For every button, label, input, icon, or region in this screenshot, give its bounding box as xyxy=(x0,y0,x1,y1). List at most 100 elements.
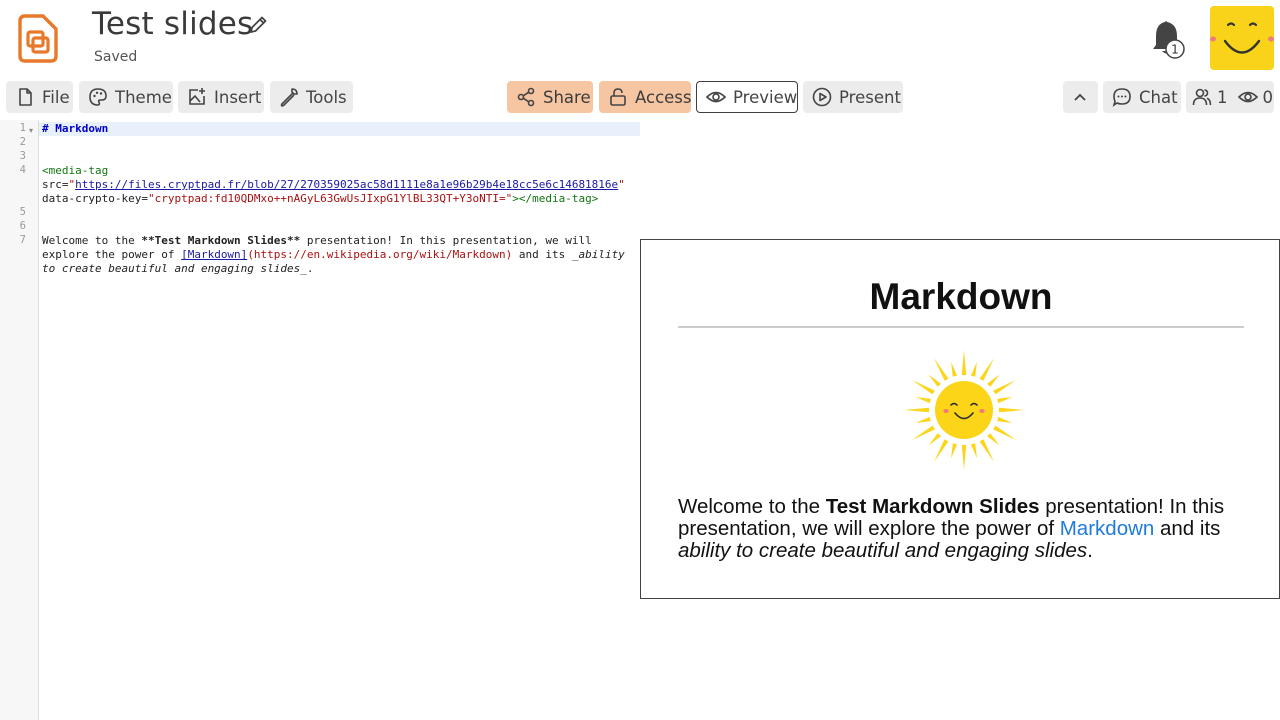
sun-ray xyxy=(993,425,1016,440)
pencil-icon[interactable] xyxy=(247,14,269,36)
chevron-up-icon xyxy=(1074,93,1086,101)
sun-ray xyxy=(904,407,929,413)
unlock-icon xyxy=(610,88,626,106)
collapse-toolbar-button[interactable] xyxy=(1063,81,1098,113)
tools-label: Tools xyxy=(306,87,347,107)
users-icon xyxy=(1192,88,1212,106)
save-status: Saved xyxy=(94,49,138,65)
slide-paragraph: Welcome to the Test Markdown Slides pres… xyxy=(678,496,1248,562)
viewers-count: 0 xyxy=(1262,87,1274,107)
slide-text-segment: . xyxy=(1087,539,1093,562)
insert-button[interactable]: Insert xyxy=(178,81,264,113)
palette-icon xyxy=(89,88,107,106)
smiley-avatar-icon xyxy=(1210,22,1274,54)
code-heading: # Markdown xyxy=(42,122,109,135)
sun-ray xyxy=(979,439,994,462)
slide-markdown-link[interactable]: Markdown xyxy=(1060,517,1155,540)
code-line-7c[interactable]: to create beautiful and engaging slides_… xyxy=(42,262,314,276)
slide-heading: Markdown xyxy=(869,276,1053,317)
active-line-highlight xyxy=(39,122,640,136)
theme-button[interactable]: Theme xyxy=(79,81,173,113)
code-tag-close: ></media-tag> xyxy=(512,192,599,205)
code-tag-open: <media-tag xyxy=(42,164,109,177)
line-number: 7 xyxy=(19,234,26,246)
sun-ray xyxy=(915,397,931,404)
sun-ray xyxy=(951,361,958,377)
smiling-sun-image xyxy=(904,350,1024,470)
sun-ray xyxy=(951,443,958,459)
sun-ray xyxy=(961,350,967,375)
code-bold-text: **Test Markdown Slides** xyxy=(141,234,301,247)
slide-text-segment: and its xyxy=(1154,517,1221,540)
play-circle-icon xyxy=(812,87,832,107)
sun-ray xyxy=(993,380,1016,395)
code-italic-text: to create beautiful and engaging slides_ xyxy=(42,262,307,275)
share-label: Share xyxy=(543,87,591,107)
access-label: Access xyxy=(635,87,692,107)
sun-ray xyxy=(961,445,967,470)
code-attr-src: src= xyxy=(42,178,69,191)
chat-label: Chat xyxy=(1139,87,1178,107)
eye-icon xyxy=(706,91,726,103)
chat-icon xyxy=(1112,88,1131,107)
line-number: 3 xyxy=(19,150,26,162)
sun-ray xyxy=(987,433,1000,446)
sun-ray xyxy=(979,358,994,381)
share-button[interactable]: Share xyxy=(507,81,593,113)
code-line-4a[interactable]: <media-tag xyxy=(42,164,108,178)
code-line-4c[interactable]: data-crypto-key="cryptpad:fd10QDMxo++nAG… xyxy=(42,192,598,206)
code-text: presentation! In this presentation, we w… xyxy=(300,234,592,247)
slide-italic-text: ability to create beautiful and engaging… xyxy=(678,539,1088,562)
slide-text-segment: Welcome to the xyxy=(678,495,826,518)
fold-arrow-icon[interactable]: ▾ xyxy=(29,126,33,135)
code-key-value: "cryptpad:fd10QDMxo++nAGyL63GwUsJIxpG1Yl… xyxy=(147,192,513,205)
code-text: and its xyxy=(512,248,572,261)
file-label: File xyxy=(42,87,70,107)
sun-ray xyxy=(928,374,941,387)
code-src-url[interactable]: https://files.cryptpad.fr/blob/27/270359… xyxy=(75,178,618,191)
theme-label: Theme xyxy=(115,87,172,107)
present-button[interactable]: Present xyxy=(803,81,903,113)
line-number: 1 xyxy=(19,122,26,134)
code-line-7b[interactable]: explore the power of [Markdown](https://… xyxy=(42,248,625,262)
slide-bold-text: Test Markdown Slides xyxy=(825,495,1040,518)
code-line-1[interactable]: # Markdown xyxy=(42,122,108,136)
file-button[interactable]: File xyxy=(6,81,73,113)
code-link-text[interactable]: [Markdown] xyxy=(181,248,247,261)
sun-ray xyxy=(912,425,935,440)
slide-divider xyxy=(678,326,1244,328)
line-number: 6 xyxy=(19,220,26,232)
user-avatar[interactable] xyxy=(1210,6,1274,70)
sun-ray xyxy=(934,358,949,381)
preview-label: Preview xyxy=(733,87,798,107)
line-number: 2 xyxy=(19,136,26,148)
sun-ray xyxy=(999,407,1024,413)
present-label: Present xyxy=(839,87,901,107)
cryptpad-slides-icon[interactable] xyxy=(16,13,60,63)
code-text: Welcome to the xyxy=(42,234,142,247)
preview-button[interactable]: Preview xyxy=(696,81,798,113)
users-button[interactable]: 1 0 xyxy=(1186,81,1274,113)
code-link-url: (https://en.wikipedia.org/wiki/Markdown) xyxy=(247,248,513,261)
wrench-icon xyxy=(280,88,298,107)
share-icon xyxy=(517,87,535,107)
sun-ray xyxy=(915,416,931,423)
code-line-4b[interactable]: src= "https://files.cryptpad.fr/blob/27/2… xyxy=(42,178,625,192)
sun-ray xyxy=(970,361,977,377)
code-quote: " xyxy=(618,178,625,191)
code-line-7a[interactable]: Welcome to the **Test Markdown Slides** … xyxy=(42,234,592,248)
code-text: . xyxy=(306,262,314,275)
slide-preview[interactable]: Markdown Welcome to the Test Markdown Sl… xyxy=(640,239,1280,599)
access-button[interactable]: Access xyxy=(599,81,692,113)
document-title[interactable]: Test slides xyxy=(92,6,253,42)
code-text: explore the power of xyxy=(42,248,182,261)
chat-button[interactable]: Chat xyxy=(1103,81,1181,113)
sun-ray xyxy=(970,443,977,459)
notification-bell-icon[interactable]: 1 xyxy=(1148,18,1186,60)
sun-ray xyxy=(997,397,1013,404)
line-number: 5 xyxy=(19,206,26,218)
code-attr-key: data-crypto-key= xyxy=(42,192,148,205)
viewers-eye-icon xyxy=(1237,91,1258,103)
code-italic-text: _ability xyxy=(571,248,625,261)
tools-button[interactable]: Tools xyxy=(270,81,353,113)
